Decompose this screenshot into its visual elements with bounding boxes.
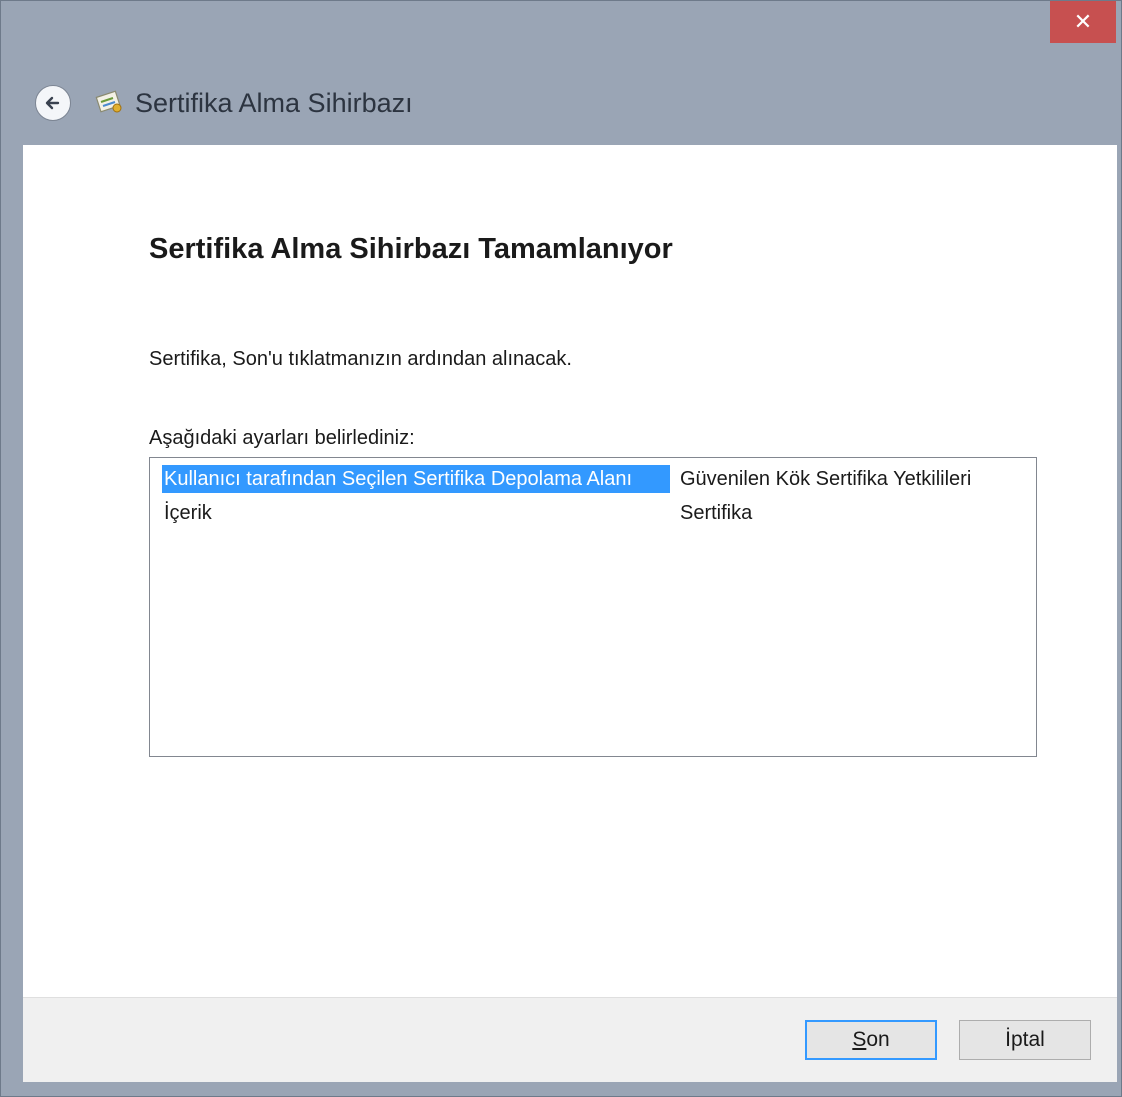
list-item[interactable]: Kullanıcı tarafından Seçilen Sertifika D… [162,464,971,494]
setting-key: Kullanıcı tarafından Seçilen Sertifika D… [162,465,670,493]
wizard-footer: Son İptal [23,997,1117,1082]
list-item[interactable]: İçerik Sertifika [162,498,752,528]
setting-key: İçerik [164,502,212,524]
setting-value: Güvenilen Kök Sertifika Yetkilileri [680,467,972,490]
close-icon: ✕ [1073,9,1093,34]
back-arrow-icon [45,96,60,110]
setting-value: Sertifika [680,501,753,524]
content-area: Sertifika Alma Sihirbazı Tamamlanıyor Se… [23,145,1117,997]
finish-button[interactable]: Son [805,1020,937,1060]
wizard-title: Sertifika Alma Sihirbazı [135,87,413,118]
back-button[interactable] [35,85,71,121]
close-button[interactable]: ✕ [1050,1,1116,43]
cancel-button-label: İptal [1005,1028,1045,1051]
wizard-window: ✕ Sertifika Alma Sihirbazı Sertifika Alm… [0,0,1122,1097]
certificate-icon [93,86,127,120]
cancel-button[interactable]: İptal [959,1020,1091,1060]
settings-label: Aşağıdaki ayarları belirlediniz: [149,427,415,449]
wizard-header: Sertifika Alma Sihirbazı [23,61,1117,145]
info-text: Sertifika, Son'u tıklatmanızın ardından … [149,348,572,370]
settings-list[interactable]: Kullanıcı tarafından Seçilen Sertifika D… [149,457,1037,757]
finish-button-label: Son [852,1028,890,1051]
page-heading: Sertifika Alma Sihirbazı Tamamlanıyor [149,233,673,265]
